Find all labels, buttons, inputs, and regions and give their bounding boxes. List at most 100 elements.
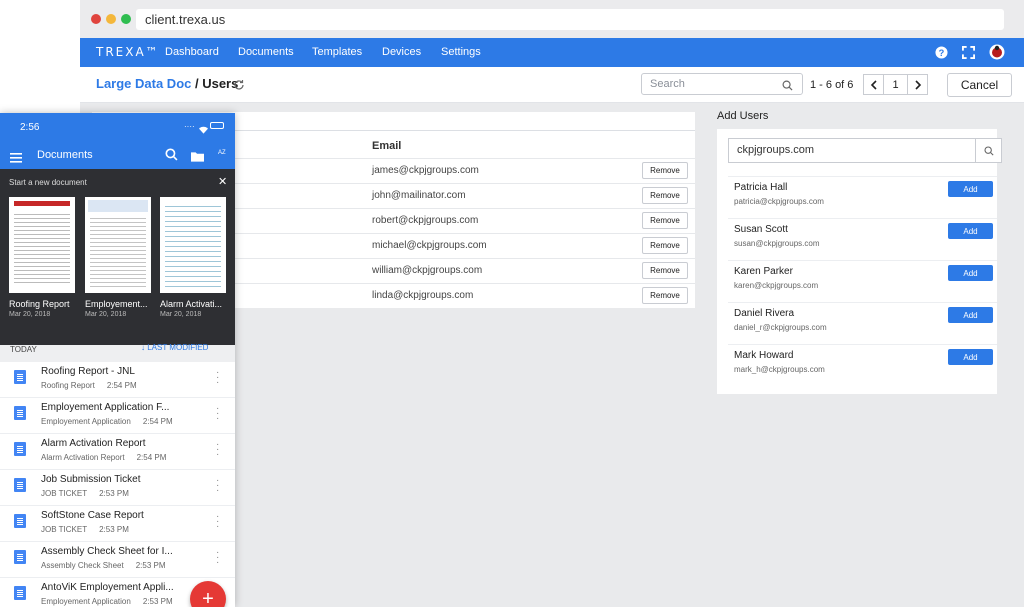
list-item: Susan Scott susan@ckpjgroups.com Add [728, 218, 997, 260]
trexa-logo[interactable]: TREXA™ [96, 45, 160, 59]
doc-title: Roofing Report - JNL [41, 366, 135, 377]
cancel-button[interactable]: Cancel [947, 73, 1012, 97]
more-vert-icon[interactable]: · · · [216, 440, 220, 460]
doc-time: 2:53 PM [99, 489, 129, 498]
nav-dashboard[interactable]: Dashboard [165, 46, 219, 58]
document-icon [14, 370, 26, 384]
doc-time: 2:54 PM [106, 381, 137, 390]
doc-title: SoftStone Case Report [41, 510, 144, 521]
list-item: Mark Howard mark_h@ckpjgroups.com Add [728, 344, 997, 386]
wifi-icon [199, 121, 208, 139]
more-vert-icon[interactable]: · · · [216, 476, 220, 496]
nav-documents[interactable]: Documents [238, 46, 294, 58]
template-thumbnail-employement[interactable] [85, 197, 151, 293]
browser-chrome: client.trexa.us [80, 0, 1024, 38]
search-icon[interactable] [782, 78, 793, 96]
address-bar[interactable]: client.trexa.us [136, 9, 1004, 30]
doc-time: 2:53 PM [142, 597, 173, 606]
search-icon [983, 145, 994, 156]
template-thumbnail-roofing[interactable] [9, 197, 75, 293]
chevron-left-icon [870, 79, 877, 90]
user-email: daniel_r@ckpjgroups.com [734, 323, 827, 332]
user-email: linda@ckpjgroups.com [372, 290, 474, 301]
fullscreen-icon[interactable] [959, 43, 977, 61]
menu-icon[interactable] [10, 150, 22, 168]
close-icon[interactable]: ✕ [218, 175, 227, 188]
template-date: Mar 20, 2018 [160, 311, 202, 318]
breadcrumb-document[interactable]: Large Data Doc [96, 76, 191, 91]
minimize-window-dot[interactable] [106, 14, 116, 24]
list-item[interactable]: Roofing Report - JNL Roofing Report 2:54 … [0, 362, 235, 398]
doc-subtitle: Employement Application 2:54 PM [41, 417, 173, 426]
prev-page-button[interactable] [863, 74, 884, 95]
refresh-icon[interactable] [233, 78, 245, 96]
doc-subtitle: Alarm Activation Report 2:54 PM [41, 453, 166, 462]
list-item[interactable]: Assembly Check Sheet for I... Assembly C… [0, 542, 235, 578]
user-email: robert@ckpjgroups.com [372, 215, 479, 226]
template-thumbnail-alarm[interactable] [160, 197, 226, 293]
list-item[interactable]: SoftStone Case Report JOB TICKET 2:53 PM … [0, 506, 235, 542]
user-email: karen@ckpjgroups.com [734, 281, 819, 290]
more-vert-icon[interactable]: · · · [216, 548, 220, 568]
nav-settings[interactable]: Settings [441, 46, 481, 58]
breadcrumb: Large Data Doc / Users [96, 76, 238, 91]
doc-time: 2:53 PM [99, 525, 129, 534]
more-vert-icon[interactable]: · · · [216, 512, 220, 532]
list-item[interactable]: Employement Application F... Employement… [0, 398, 235, 434]
page-number-field[interactable]: 1 [883, 74, 908, 95]
folder-icon[interactable] [191, 149, 204, 167]
nav-devices[interactable]: Devices [382, 46, 421, 58]
doc-title: Alarm Activation Report [41, 438, 146, 449]
remove-button[interactable]: Remove [642, 162, 688, 179]
document-icon [14, 514, 26, 528]
template-name: Employement... [85, 299, 148, 309]
add-button[interactable]: Add [948, 349, 993, 365]
doc-subtitle: JOB TICKET 2:53 PM [41, 489, 129, 498]
next-page-button[interactable] [907, 74, 928, 95]
remove-button[interactable]: Remove [642, 237, 688, 254]
user-email: patricia@ckpjgroups.com [734, 197, 824, 206]
breadcrumb-users: / Users [191, 76, 239, 91]
add-users-search-button[interactable] [975, 138, 1002, 163]
document-icon [14, 478, 26, 492]
remove-button[interactable]: Remove [642, 187, 688, 204]
template-name: Alarm Activati... [160, 299, 223, 309]
list-item[interactable]: Alarm Activation Report Alarm Activation… [0, 434, 235, 470]
user-name: Patricia Hall [734, 182, 788, 193]
search-input[interactable]: Search [641, 73, 803, 95]
doc-template: Employement Application [41, 417, 131, 426]
sort-az-icon[interactable]: AZ [218, 150, 226, 156]
nav-templates[interactable]: Templates [312, 46, 362, 58]
pagination-count: 1 - 6 of 6 [810, 79, 854, 91]
status-time: 2:56 [20, 122, 40, 133]
more-vert-icon[interactable]: · · · [216, 404, 220, 424]
maximize-window-dot[interactable] [121, 14, 131, 24]
add-button[interactable]: Add [948, 265, 993, 281]
list-item: Karen Parker karen@ckpjgroups.com Add [728, 260, 997, 302]
doc-subtitle: JOB TICKET 2:53 PM [41, 525, 129, 534]
list-item: Patricia Hall patricia@ckpjgroups.com Ad… [728, 176, 997, 218]
remove-button[interactable]: Remove [642, 287, 688, 304]
svg-text:?: ? [938, 47, 944, 57]
user-email: william@ckpjgroups.com [372, 265, 483, 276]
add-button[interactable]: Add [948, 181, 993, 197]
doc-template: JOB TICKET [41, 525, 88, 534]
add-button[interactable]: Add [948, 307, 993, 323]
doc-time: 2:53 PM [135, 561, 166, 570]
user-email: john@mailinator.com [372, 190, 466, 201]
sort-last-modified[interactable]: ↓ LAST MODIFIED [141, 343, 208, 352]
remove-button[interactable]: Remove [642, 212, 688, 229]
add-button[interactable]: Add [948, 223, 993, 239]
user-email: susan@ckpjgroups.com [734, 239, 820, 248]
document-icon [14, 550, 26, 564]
doc-title: Job Submission Ticket [41, 474, 141, 485]
help-icon[interactable]: ? [932, 43, 950, 61]
list-item[interactable]: Job Submission Ticket JOB TICKET 2:53 PM … [0, 470, 235, 506]
doc-template: Employement Application [41, 597, 131, 606]
more-vert-icon[interactable]: · · · [216, 368, 220, 388]
add-users-search-input[interactable]: ckpjgroups.com [728, 138, 976, 163]
close-window-dot[interactable] [91, 14, 101, 24]
search-icon[interactable] [165, 148, 178, 166]
remove-button[interactable]: Remove [642, 262, 688, 279]
user-avatar-icon[interactable] [988, 43, 1006, 61]
